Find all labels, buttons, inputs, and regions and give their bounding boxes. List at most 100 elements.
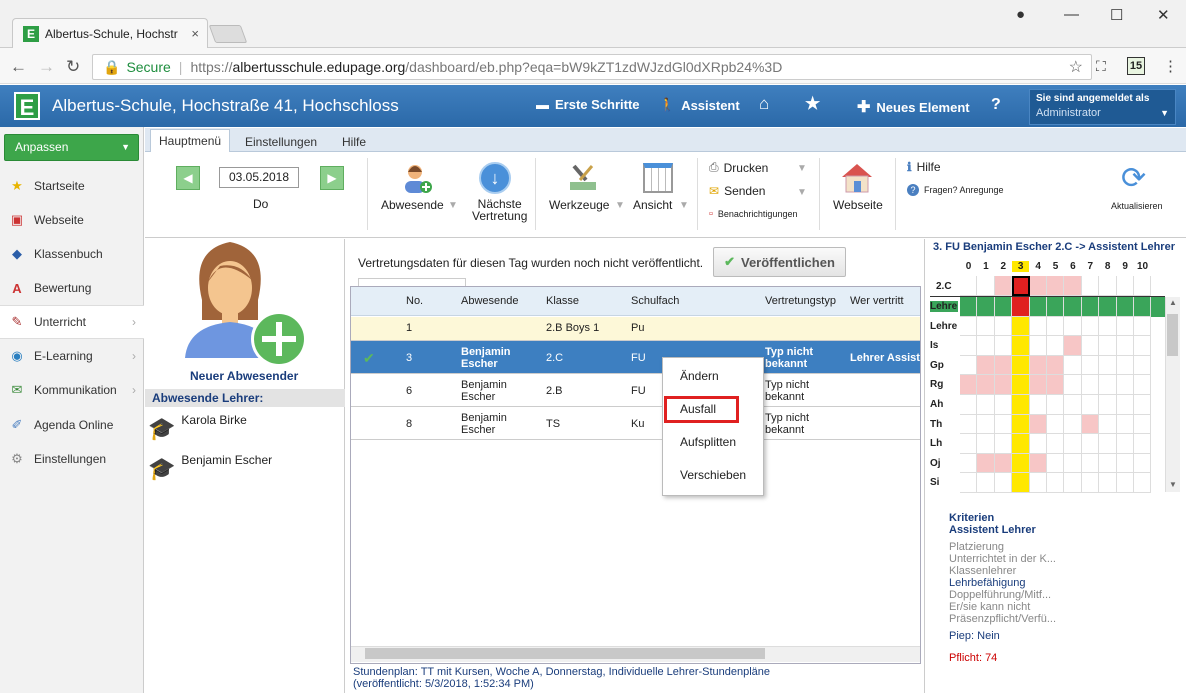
timetable-cell[interactable] xyxy=(1029,316,1047,337)
aktualisieren-button[interactable]: Aktualisieren xyxy=(1111,201,1163,211)
home-icon[interactable]: ⌂ xyxy=(759,94,769,114)
close-window-icon[interactable]: ✕ xyxy=(1157,6,1170,24)
new-absent-avatar-icon[interactable] xyxy=(180,240,310,370)
timetable-cell[interactable] xyxy=(960,395,978,415)
timetable-cell[interactable] xyxy=(960,453,978,474)
timetable-cell[interactable] xyxy=(994,355,1013,376)
chevron-down-icon[interactable]: ▼ xyxy=(797,163,807,174)
timetable-cell[interactable] xyxy=(977,395,995,415)
teacher-row-label[interactable]: Ah xyxy=(930,399,958,410)
timetable-cell[interactable] xyxy=(1116,473,1134,493)
timetable-cell[interactable] xyxy=(1081,375,1100,395)
timetable-cell[interactable] xyxy=(1134,453,1152,474)
tab-hauptmenue[interactable]: Hauptmenü xyxy=(150,129,231,153)
webseite-button[interactable]: Webseite xyxy=(833,198,883,212)
url-bar[interactable]: 🔒 Secure | https:// albertusschule.edupa… xyxy=(92,54,1092,80)
timetable-cell[interactable] xyxy=(1012,336,1030,356)
column-header-schulfach[interactable]: Schulfach xyxy=(631,295,679,307)
house-icon[interactable] xyxy=(840,162,874,194)
timetable-cell[interactable] xyxy=(1012,375,1030,395)
timetable-cell[interactable] xyxy=(1047,453,1065,474)
timetable-cell[interactable] xyxy=(960,336,978,356)
timetable-cell[interactable] xyxy=(994,395,1013,415)
timetable-cell[interactable] xyxy=(1012,276,1030,296)
timetable-cell[interactable] xyxy=(1047,414,1065,435)
column-header-wer-vertritt[interactable]: Wer vertritt xyxy=(850,295,904,307)
refresh-icon[interactable]: ⟳ xyxy=(1121,161,1146,196)
timetable-cell[interactable] xyxy=(1099,473,1117,493)
timetable-cell[interactable] xyxy=(1134,355,1152,376)
timetable-cell[interactable] xyxy=(977,453,995,474)
date-input[interactable]: 03.05.2018 xyxy=(219,167,299,188)
timetable-cell[interactable] xyxy=(1029,434,1047,454)
timetable-cell[interactable] xyxy=(1099,453,1117,474)
timetable-cell[interactable] xyxy=(1081,336,1100,356)
timetable-cell[interactable] xyxy=(1047,395,1065,415)
extension-icon[interactable]: 15 xyxy=(1127,57,1145,75)
timetable-cell[interactable] xyxy=(1151,297,1166,317)
timetable-cell[interactable] xyxy=(1099,414,1117,435)
timetable-cell[interactable] xyxy=(1064,355,1082,376)
scroll-down-icon[interactable]: ▼ xyxy=(1169,480,1177,489)
timetable-cell[interactable] xyxy=(960,355,978,376)
naechste-vertretung-button[interactable]: Nächste Vertretung xyxy=(472,198,527,222)
abwesende-person-icon[interactable] xyxy=(400,162,434,196)
timetable-cell[interactable] xyxy=(1134,336,1152,356)
timetable-cell[interactable] xyxy=(1029,276,1047,296)
timetable-cell[interactable] xyxy=(1081,355,1100,376)
tools-icon[interactable] xyxy=(566,162,600,194)
horizontal-scrollbar-thumb[interactable] xyxy=(365,648,765,659)
timetable-cell[interactable] xyxy=(1064,414,1082,435)
forward-icon[interactable]: → xyxy=(38,57,55,77)
column-header-vertretungstyp[interactable]: Vertretungstyp xyxy=(765,295,836,307)
new-tab-button[interactable] xyxy=(208,25,248,43)
timetable-cell[interactable] xyxy=(1047,375,1065,395)
timetable-cell[interactable] xyxy=(1064,395,1082,415)
timetable-cell[interactable] xyxy=(1081,297,1100,317)
timetable-cell[interactable] xyxy=(1012,473,1030,493)
timetable-cell[interactable] xyxy=(994,375,1013,395)
previous-day-button[interactable]: ◀ xyxy=(176,166,200,190)
timetable-cell[interactable] xyxy=(1099,316,1117,337)
timetable-cell[interactable] xyxy=(1099,434,1117,454)
timetable-cell[interactable] xyxy=(1064,453,1082,474)
anpassen-button[interactable]: Anpassen ▼ xyxy=(4,134,139,161)
table-row[interactable]: 1 2.B Boys 1 Pu xyxy=(351,317,920,341)
ansicht-button[interactable]: Ansicht xyxy=(633,198,672,212)
absent-teacher-item[interactable]: 🎓 Benjamin Escher xyxy=(148,453,272,481)
timetable-cell[interactable] xyxy=(1012,316,1030,337)
timetable-cell[interactable] xyxy=(977,336,995,356)
context-item-ausfall[interactable]: Ausfall xyxy=(664,396,739,423)
timetable-cell[interactable] xyxy=(1047,355,1065,376)
column-header-no[interactable]: No. xyxy=(406,295,423,307)
timetable-cell[interactable] xyxy=(1134,473,1152,493)
bookmark-star-icon[interactable]: ☆ xyxy=(1069,57,1083,77)
chevron-down-icon[interactable]: ▼ xyxy=(615,200,625,211)
maximize-icon[interactable]: ☐ xyxy=(1110,6,1123,24)
back-icon[interactable]: ← xyxy=(10,57,27,77)
timetable-cell[interactable] xyxy=(977,473,995,493)
timetable-cell[interactable] xyxy=(1081,276,1100,296)
calendar-view-icon[interactable] xyxy=(643,163,673,193)
timetable-cell[interactable] xyxy=(1081,453,1100,474)
timetable-cell[interactable] xyxy=(1047,276,1065,296)
werkzeuge-button[interactable]: Werkzeuge xyxy=(549,198,609,212)
assistent-button[interactable]: 🚶 Assistent xyxy=(659,97,740,113)
browser-tab[interactable]: E Albertus-Schule, Hochstr × xyxy=(12,18,208,48)
timetable-cell[interactable] xyxy=(960,375,978,395)
close-tab-icon[interactable]: × xyxy=(191,26,199,41)
timetable-cell[interactable] xyxy=(1099,395,1117,415)
timetable-cell[interactable] xyxy=(1134,276,1152,296)
next-day-button[interactable]: ▶ xyxy=(320,166,344,190)
timetable-cell[interactable] xyxy=(1047,473,1065,493)
table-row[interactable]: 6 Benjamin Escher 2.B FU Typ nicht bekannt xyxy=(351,374,920,407)
minimize-icon[interactable]: — xyxy=(1064,6,1079,23)
timetable-cell[interactable] xyxy=(994,473,1013,493)
favorites-star-icon[interactable]: ★ xyxy=(805,94,820,114)
timetable-cell[interactable] xyxy=(994,434,1013,454)
timetable-cell[interactable] xyxy=(1081,395,1100,415)
timetable-cell[interactable] xyxy=(994,453,1013,474)
timetable-cell[interactable] xyxy=(994,414,1013,435)
timetable-cell[interactable] xyxy=(1134,414,1152,435)
timetable-cell[interactable] xyxy=(1064,375,1082,395)
